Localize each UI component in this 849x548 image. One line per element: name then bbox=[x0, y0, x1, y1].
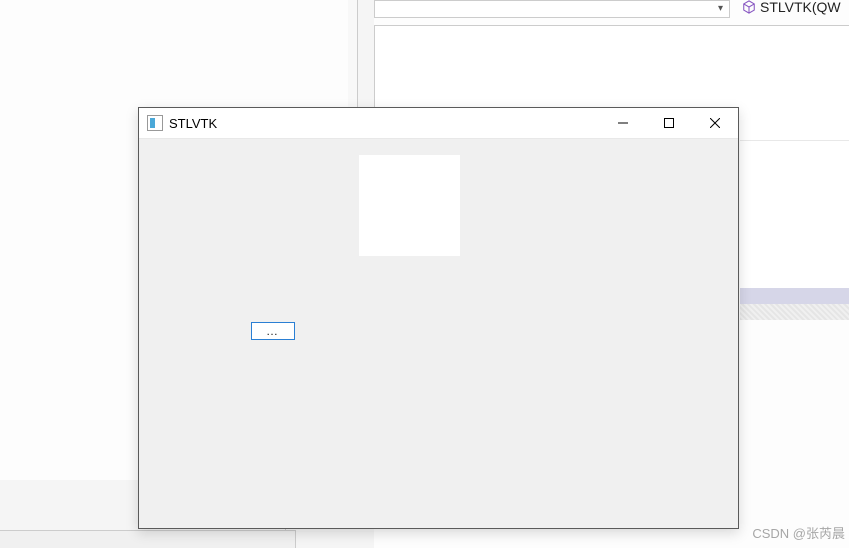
close-button[interactable] bbox=[692, 108, 738, 139]
maximize-icon bbox=[664, 118, 674, 128]
maximize-button[interactable] bbox=[646, 108, 692, 139]
ide-prop-hatch bbox=[740, 304, 849, 320]
browse-button-label: … bbox=[266, 324, 280, 338]
titlebar[interactable]: STLVTK bbox=[139, 108, 738, 139]
app-icon bbox=[147, 115, 163, 131]
watermark: CSDN @张芮晨 bbox=[752, 523, 845, 542]
ide-prop-area bbox=[740, 140, 849, 288]
ide-bottom-toolbar bbox=[0, 530, 296, 548]
minimize-icon bbox=[618, 118, 628, 128]
browse-button[interactable]: … bbox=[251, 322, 295, 340]
scope-combobox[interactable]: ▾ bbox=[374, 0, 730, 18]
window-title: STLVTK bbox=[169, 116, 217, 131]
function-label-text: STLVTK(QW bbox=[760, 0, 841, 15]
dialog-window: STLVTK … bbox=[138, 107, 739, 529]
chevron-down-icon: ▾ bbox=[718, 3, 723, 14]
dialog-body: … bbox=[139, 139, 738, 528]
function-label[interactable]: STLVTK(QW bbox=[742, 0, 841, 15]
cube-icon bbox=[742, 0, 756, 14]
minimize-button[interactable] bbox=[600, 108, 646, 139]
render-widget[interactable] bbox=[359, 155, 460, 256]
close-icon bbox=[710, 118, 720, 128]
ide-prop-header bbox=[740, 288, 849, 304]
